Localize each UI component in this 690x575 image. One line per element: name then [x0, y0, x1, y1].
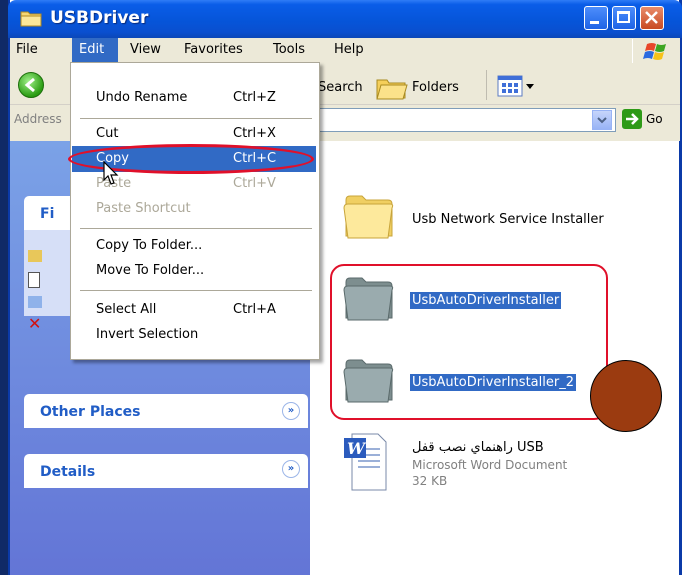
- menu-file[interactable]: File: [16, 42, 38, 57]
- menu-separator: [80, 118, 312, 119]
- mouse-cursor-icon: [103, 160, 119, 185]
- file-size: 32 KB: [412, 474, 448, 488]
- file-name[interactable]: Usb Network Service Installer: [412, 212, 604, 227]
- views-icon[interactable]: [496, 74, 524, 98]
- svg-text:W: W: [347, 439, 367, 458]
- chevron-down-icon[interactable]: »: [282, 460, 300, 478]
- back-button[interactable]: [18, 72, 44, 98]
- selection-annotation-outline: [330, 264, 608, 420]
- menu-item-invert-selection[interactable]: Invert Selection: [96, 327, 198, 342]
- menu-item-undo-rename[interactable]: Undo Rename: [96, 90, 187, 105]
- close-button[interactable]: [640, 6, 664, 30]
- details-title[interactable]: Details: [40, 464, 95, 480]
- go-arrow-icon: [626, 113, 639, 125]
- menu-favorites[interactable]: Favorites: [184, 42, 243, 57]
- search-button-label[interactable]: Search: [318, 80, 363, 95]
- go-button[interactable]: [622, 109, 642, 129]
- word-document-icon[interactable]: W: [342, 430, 388, 494]
- task-icon: [28, 250, 42, 262]
- toolbar-separator: [486, 70, 487, 100]
- menu-item-paste-shortcut[interactable]: Paste Shortcut: [96, 201, 191, 216]
- right-margin: [682, 0, 690, 575]
- shortcut-select-all: Ctrl+A: [233, 302, 276, 317]
- shortcut-cut: Ctrl+X: [233, 126, 276, 141]
- address-dropdown-button[interactable]: [592, 110, 612, 130]
- task-icon: [28, 272, 40, 288]
- minimize-button[interactable]: [584, 6, 608, 30]
- other-places-title[interactable]: Other Places: [40, 404, 140, 420]
- back-arrow-icon: [24, 77, 35, 93]
- annotation-dot: [590, 360, 662, 432]
- file-name[interactable]: راهنماي نصب قفل USB: [412, 440, 544, 455]
- shortcut-undo: Ctrl+Z: [233, 90, 276, 105]
- menu-edit[interactable]: Edit: [79, 42, 104, 57]
- folder-icon[interactable]: [340, 190, 396, 242]
- close-icon: [645, 11, 658, 24]
- window-title: USBDriver: [50, 8, 149, 28]
- windows-logo: [632, 39, 679, 63]
- menu-item-move-to-folder[interactable]: Move To Folder...: [96, 263, 204, 278]
- menu-view[interactable]: View: [130, 42, 161, 57]
- chevron-down-icon: [597, 117, 607, 124]
- folders-button-label[interactable]: Folders: [412, 80, 459, 95]
- address-label: Address: [14, 112, 62, 126]
- shortcut-paste: Ctrl+V: [233, 176, 276, 191]
- views-dropdown-arrow-icon[interactable]: [526, 84, 534, 89]
- folders-icon[interactable]: [375, 74, 409, 102]
- file-type: Microsoft Word Document: [412, 458, 568, 472]
- menu-separator: [80, 228, 312, 229]
- menu-item-copy-to-folder[interactable]: Copy To Folder...: [96, 238, 202, 253]
- address-input[interactable]: [316, 108, 616, 132]
- task-icon: [28, 296, 42, 308]
- left-border: [0, 0, 8, 575]
- menu-item-cut[interactable]: Cut: [96, 126, 118, 141]
- file-tasks-title[interactable]: Fi: [40, 206, 54, 222]
- delete-icon: ✕: [28, 314, 42, 333]
- menu-item-select-all[interactable]: Select All: [96, 302, 156, 317]
- menu-tools[interactable]: Tools: [273, 42, 305, 57]
- menu-separator: [80, 290, 312, 291]
- chevron-down-icon[interactable]: »: [282, 402, 300, 420]
- go-label[interactable]: Go: [646, 112, 663, 126]
- menu-help[interactable]: Help: [334, 42, 364, 57]
- folder-icon: [20, 11, 42, 27]
- maximize-button[interactable]: [612, 6, 636, 30]
- windows-flag-icon: [643, 43, 666, 60]
